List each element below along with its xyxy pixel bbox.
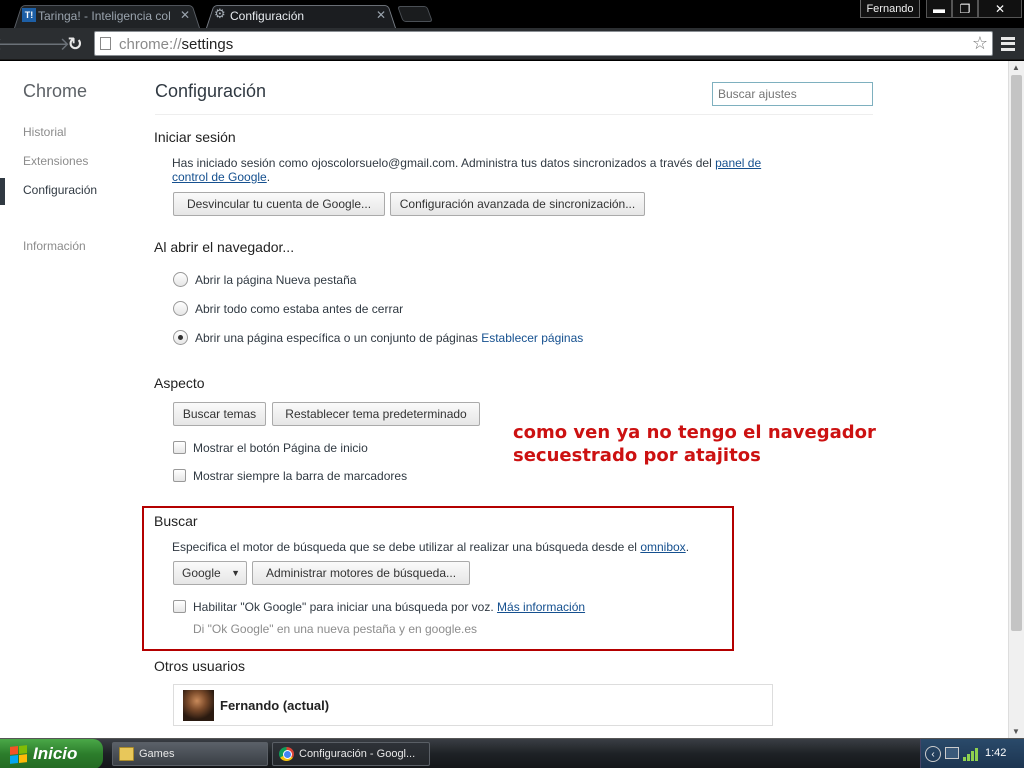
tab-title: Configuración [230,8,305,23]
scroll-up-icon[interactable]: ▲ [1012,63,1020,72]
ok-google-hint: Di "Ok Google" en una nueva pestaña y en… [193,622,478,636]
settings-page: Chrome Historial Extensiones Configuraci… [0,61,1008,738]
show-bookmarks-bar-checkbox[interactable] [173,469,186,482]
taskbar: Inicio Games Configuración - Googl... ‹ … [0,738,1024,768]
reload-icon[interactable]: ↻ [64,33,86,55]
window-titlebar: T! Taringa! - Inteligencia colecti ✕ ⚙ C… [0,0,1024,28]
startup-radio-specific-pages[interactable] [173,330,188,345]
ok-google-checkbox[interactable] [173,600,186,613]
more-info-link[interactable]: Más información [497,600,585,614]
startup-option-label: Abrir una página específica o un conjunt… [195,331,583,345]
checkbox-label: Mostrar siempre la barra de marcadores [193,469,408,483]
chevron-down-icon: ▼ [231,568,240,578]
search-engine-select[interactable]: Google ▼ [173,561,247,585]
user-name: Fernando (actual) [220,698,330,713]
scroll-down-icon[interactable]: ▼ [1012,727,1020,736]
page-icon [100,37,111,50]
system-tray: ‹ 1:42 [920,739,1024,768]
tab-configuracion[interactable]: ⚙ Configuración ✕ [206,3,396,28]
startup-option-text: Abrir una página específica o un conjunt… [195,331,478,345]
profile-button[interactable]: Fernando [860,0,920,18]
address-text[interactable]: chrome://settings [119,36,233,53]
close-tab-icon[interactable]: ✕ [376,8,386,22]
sidebar-selected-marker [0,178,5,205]
period: . [266,170,271,184]
sidebar-item-historial[interactable]: Historial [23,125,66,139]
address-bar[interactable]: chrome://settings ☆ [94,31,993,56]
vertical-scrollbar[interactable]: ▲ ▼ [1008,61,1024,738]
section-title-sign-in: Iniciar sesión [154,129,236,145]
network-icon[interactable] [945,747,959,759]
close-tab-icon[interactable]: ✕ [180,8,190,22]
address-scheme: chrome:// [119,36,182,53]
chrome-icon [279,747,294,761]
annotation-line: secuestrado por atajitos [513,445,761,466]
search-engine-value: Google [182,566,221,580]
page-title: Configuración [155,81,267,101]
startup-option-label: Abrir todo como estaba antes de cerrar [195,302,404,316]
google-dashboard-link[interactable]: panel de [715,156,761,170]
start-label: Inicio [33,744,78,763]
taskbar-item-label: Games [139,748,175,760]
taskbar-item-label: Configuración - Googl... [299,748,416,760]
start-button[interactable]: Inicio [0,739,103,768]
annotation-line: como ven ya no tengo el navegador [513,422,876,443]
startup-option-label: Abrir la página Nueva pestaña [195,273,357,287]
section-title-appearance: Aspecto [154,375,205,391]
browser-toolbar: 🡐 🡒 ↻ chrome://settings ☆ [0,28,1024,60]
sidebar-item-extensiones[interactable]: Extensiones [23,154,88,168]
annotation-text: como ven ya no tengo el navegador secues… [513,421,876,467]
minimize-button[interactable]: ▬ [926,0,952,18]
user-list[interactable]: Fernando (actual) [173,684,773,726]
folder-icon [119,747,134,761]
section-title-users: Otros usuarios [154,658,246,674]
title-divider [155,114,873,115]
gear-icon: ⚙ [214,6,226,21]
tab-title: Taringa! - Inteligencia colecti [38,8,170,23]
disconnect-account-button[interactable]: Desvincular tu cuenta de Google... [173,192,385,216]
windows-logo-icon [10,744,27,764]
reset-theme-button[interactable]: Restablecer tema predeterminado [272,402,480,426]
taskbar-item-chrome[interactable]: Configuración - Googl... [272,742,430,766]
bookmark-star-icon[interactable]: ☆ [972,33,988,54]
address-path: settings [181,36,234,53]
sign-in-text: Has iniciado sesión como ojoscolorsuelo@… [172,156,792,184]
sidebar-item-configuracion[interactable]: Configuración [23,183,97,197]
startup-radio-new-tab[interactable] [173,272,188,287]
set-pages-link[interactable]: Establecer páginas [481,331,583,345]
search-description: Especifica el motor de búsqueda que se d… [172,540,689,554]
sidebar-item-informacion[interactable]: Información [23,239,86,253]
clock[interactable]: 1:42 [985,747,1006,759]
show-home-button-checkbox[interactable] [173,441,186,454]
manage-search-engines-button[interactable]: Administrar motores de búsqueda... [252,561,470,585]
taskbar-item-games[interactable]: Games [112,742,268,766]
avatar [183,690,214,721]
search-description-text: Especifica el motor de búsqueda que se d… [172,540,637,554]
ok-google-label: Habilitar "Ok Google" para iniciar una b… [193,600,494,614]
sign-in-description: Has iniciado sesión como ojoscolorsuelo@… [172,156,712,170]
period: . [685,540,690,554]
search-settings-input[interactable] [712,82,873,106]
tab-taringa[interactable]: T! Taringa! - Inteligencia colecti ✕ [14,3,200,28]
omnibox-link[interactable]: omnibox [640,540,685,554]
scrollbar-thumb[interactable] [1011,75,1022,631]
startup-radio-continue[interactable] [173,301,188,316]
checkbox-label: Mostrar el botón Página de inicio [193,441,368,455]
taringa-favicon-icon: T! [22,8,36,22]
section-title-search: Buscar [154,513,198,529]
section-title-startup: Al abrir el navegador... [154,239,295,255]
checkbox-label: Habilitar "Ok Google" para iniciar una b… [193,600,585,614]
forward-arrow-icon[interactable]: 🡒 [22,33,70,55]
chrome-menu-icon[interactable] [999,34,1017,54]
maximize-button[interactable]: ❐ [952,0,978,18]
get-themes-button[interactable]: Buscar temas [173,402,266,426]
sidebar-brand: Chrome [23,81,88,101]
new-tab-button[interactable] [397,6,433,22]
show-hidden-icons-icon[interactable]: ‹ [925,746,941,762]
signal-strength-icon[interactable] [963,747,979,761]
close-window-button[interactable]: ✕ [978,0,1022,18]
google-dashboard-link-cont[interactable]: control de Google [172,170,267,184]
advanced-sync-button[interactable]: Configuración avanzada de sincronización… [390,192,645,216]
